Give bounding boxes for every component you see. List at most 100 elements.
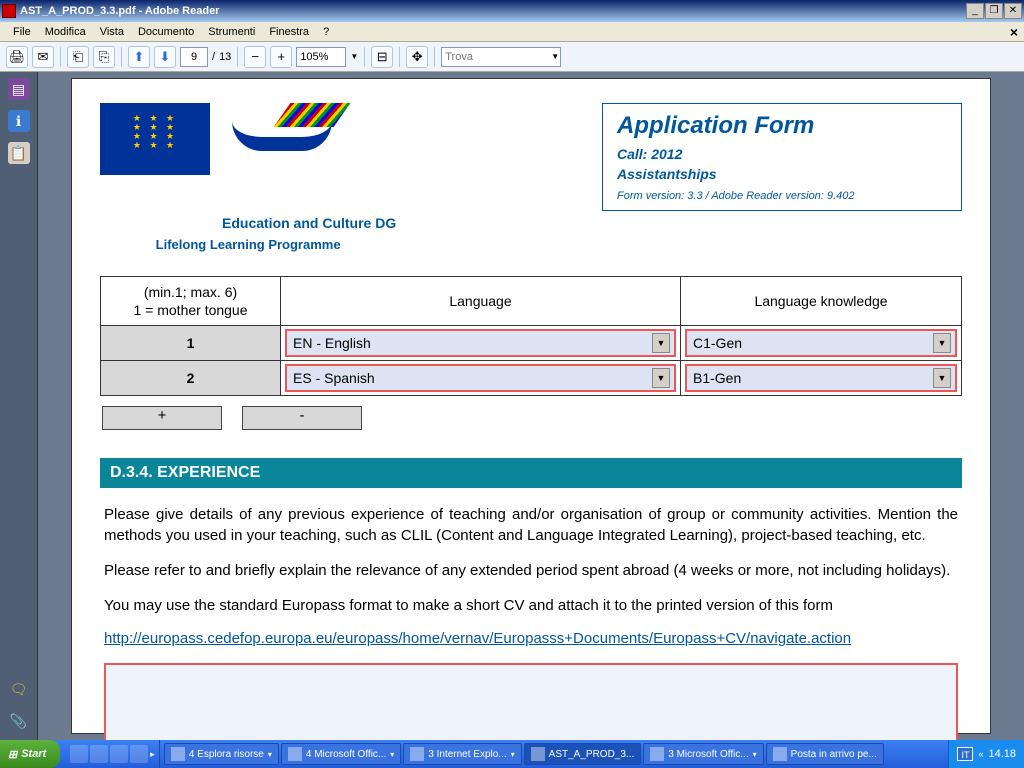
- info-panel-icon[interactable]: ℹ: [8, 110, 30, 132]
- language-table: (min.1; max. 6) 1 = mother tongue Langua…: [100, 276, 962, 396]
- attachments-panel-icon[interactable]: 📎: [8, 710, 30, 732]
- toolbar-separator: [121, 47, 122, 67]
- menu-close-icon[interactable]: ×: [1004, 24, 1024, 40]
- chevron-down-icon[interactable]: ▼: [933, 333, 951, 353]
- language-indicator[interactable]: IT: [957, 747, 973, 761]
- th-language: Language: [281, 277, 681, 326]
- menu-document[interactable]: Documento: [131, 24, 201, 40]
- chevron-down-icon[interactable]: ▼: [933, 368, 951, 388]
- mail-icon: [773, 747, 787, 761]
- page-start-icon[interactable]: ⎗: [67, 46, 89, 68]
- menu-file[interactable]: File: [6, 24, 38, 40]
- task-label: 3 Microsoft Offic...: [668, 749, 748, 760]
- menu-help[interactable]: ?: [316, 24, 336, 40]
- toolbar-separator: [60, 47, 61, 67]
- task-button[interactable]: 4 Esplora risorse▾: [164, 743, 279, 765]
- language-value: ES - Spanish: [293, 370, 375, 386]
- quicklaunch-icon[interactable]: [110, 745, 128, 763]
- section-header: D.3.4. EXPERIENCE: [100, 458, 962, 488]
- knowledge-dropdown[interactable]: C1-Gen▼: [685, 329, 957, 357]
- chevron-down-icon[interactable]: ▼: [652, 368, 670, 388]
- window-titlebar: AST_A_PROD_3.3.pdf - Adobe Reader _ ❐ ✕: [0, 0, 1024, 22]
- form-info-box: Application Form Call: 2012 Assistantshi…: [602, 103, 962, 211]
- language-dropdown[interactable]: EN - English ▼: [285, 329, 676, 357]
- zoom-out-icon[interactable]: −: [244, 46, 266, 68]
- form-version: Form version: 3.3 / Adobe Reader version…: [617, 190, 947, 202]
- document-viewport[interactable]: Education and Culture DG Lifelong Learni…: [38, 72, 1024, 740]
- menu-tools[interactable]: Strumenti: [201, 24, 262, 40]
- toolbar-separator: [364, 47, 365, 67]
- fit-page-icon[interactable]: ✥: [406, 46, 428, 68]
- system-tray: IT « 14.18: [948, 740, 1024, 768]
- window-title: AST_A_PROD_3.3.pdf - Adobe Reader: [20, 5, 965, 17]
- pdf-icon: [531, 747, 545, 761]
- zoom-dropdown-icon[interactable]: ▼: [350, 52, 358, 61]
- page-down-icon[interactable]: ⬇: [154, 46, 176, 68]
- quicklaunch: ▸: [66, 740, 160, 768]
- print-icon[interactable]: 🖨: [6, 46, 28, 68]
- collab-icon[interactable]: ⎘: [93, 46, 115, 68]
- task-button[interactable]: 3 Internet Explo...▾: [403, 743, 521, 765]
- page-current-input[interactable]: [180, 47, 208, 67]
- task-button[interactable]: AST_A_PROD_3...: [524, 743, 642, 765]
- chevron-down-icon[interactable]: ▼: [652, 333, 670, 353]
- pages-panel-icon[interactable]: ▤: [8, 78, 30, 100]
- row-number: 1: [101, 326, 281, 361]
- task-label: 3 Internet Explo...: [428, 749, 506, 760]
- word-icon: [288, 747, 302, 761]
- excel-icon: [650, 747, 664, 761]
- start-button[interactable]: ⊞Start: [0, 740, 60, 768]
- zoom-in-icon[interactable]: +: [270, 46, 292, 68]
- scroll-mode-icon[interactable]: ⊟: [371, 46, 393, 68]
- document-page: Education and Culture DG Lifelong Learni…: [71, 78, 991, 734]
- task-buttons: 4 Esplora risorse▾ 4 Microsoft Offic...▾…: [160, 743, 949, 765]
- body-paragraph: Please refer to and briefly explain the …: [104, 560, 958, 581]
- clipboard-panel-icon[interactable]: 📋: [8, 142, 30, 164]
- programme-logo: [222, 103, 342, 163]
- menu-window[interactable]: Finestra: [262, 24, 316, 40]
- minimize-button[interactable]: _: [966, 3, 984, 19]
- add-row-button[interactable]: +: [102, 406, 222, 430]
- quicklaunch-icon[interactable]: [70, 745, 88, 763]
- restore-button[interactable]: ❐: [985, 3, 1003, 19]
- task-label: 4 Microsoft Offic...: [306, 749, 386, 760]
- quicklaunch-icon[interactable]: [130, 745, 148, 763]
- europass-link[interactable]: http://europass.cedefop.europa.eu/europa…: [104, 630, 958, 647]
- toolbar-separator: [434, 47, 435, 67]
- page-up-icon[interactable]: ⬆: [128, 46, 150, 68]
- task-label: 4 Esplora risorse: [189, 749, 264, 760]
- task-button[interactable]: 3 Microsoft Offic...▾: [643, 743, 763, 765]
- find-input[interactable]: [441, 47, 561, 67]
- eu-flag-logo: [100, 103, 210, 175]
- email-icon[interactable]: ✉: [32, 46, 54, 68]
- programme-subtitle: Lifelong Learning Programme: [100, 237, 396, 252]
- task-label: AST_A_PROD_3...: [549, 749, 635, 760]
- remove-row-button[interactable]: -: [242, 406, 362, 430]
- body-paragraph: You may use the standard Europass format…: [104, 595, 958, 616]
- language-dropdown[interactable]: ES - Spanish ▼: [285, 364, 676, 392]
- knowledge-dropdown[interactable]: B1-Gen▼: [685, 364, 957, 392]
- menu-view[interactable]: Vista: [93, 24, 131, 40]
- zoom-box: ▼: [296, 47, 358, 67]
- ie-icon: [410, 747, 424, 761]
- clock[interactable]: 14.18: [988, 748, 1016, 760]
- experience-textbox[interactable]: [104, 663, 958, 740]
- task-button[interactable]: Posta in arrivo pe...: [766, 743, 884, 765]
- language-value: EN - English: [293, 335, 371, 351]
- zoom-input[interactable]: [296, 47, 346, 67]
- body-paragraph: Please give details of any previous expe…: [104, 504, 958, 546]
- th-number: (min.1; max. 6) 1 = mother tongue: [101, 277, 281, 326]
- taskbar: ⊞Start ▸ 4 Esplora risorse▾ 4 Microsoft …: [0, 740, 1024, 768]
- page-separator: /: [212, 51, 215, 63]
- form-kind: Assistantships: [617, 166, 947, 182]
- quicklaunch-icon[interactable]: [90, 745, 108, 763]
- table-row: 2 ES - Spanish▼ B1-Gen▼: [101, 361, 962, 396]
- close-button[interactable]: ✕: [1004, 3, 1022, 19]
- tray-expand-icon[interactable]: «: [978, 749, 983, 759]
- comments-panel-icon[interactable]: 🗨: [8, 678, 30, 700]
- task-button[interactable]: 4 Microsoft Offic...▾: [281, 743, 401, 765]
- menu-edit[interactable]: Modifica: [38, 24, 93, 40]
- quicklaunch-more-icon[interactable]: ▸: [150, 749, 155, 760]
- find-dropdown-icon[interactable]: ▼: [551, 52, 559, 61]
- pdf-icon: [2, 4, 16, 18]
